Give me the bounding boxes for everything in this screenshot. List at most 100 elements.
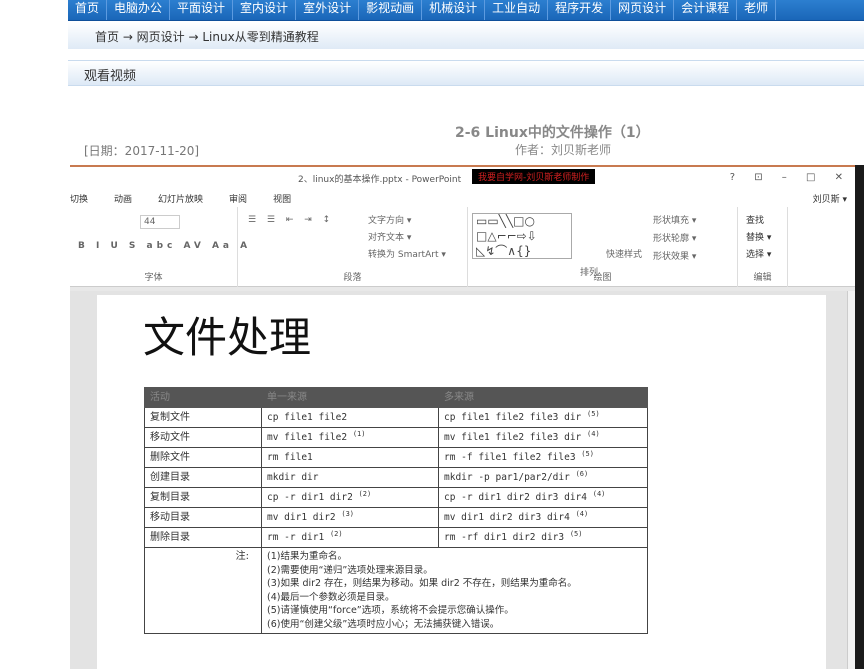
list-icons[interactable]: ☰ ☰ ⇤ ⇥ ↕ [248,215,334,225]
note: (1)结果为重命名。 [267,551,347,562]
window-controls[interactable]: ? ⊡ – □ ✕ [730,172,851,183]
command: cp file1 file2 [267,411,348,423]
author: 作者：刘贝斯老师 [515,143,612,157]
table-row: 移动目录 mv dir1 dir2 (3) mv dir1 dir2 dir3 di… [144,507,648,528]
notes-cell: (1)结果为重命名。 (2)需要使用“递归”选项处理来源目录。 (3)如果 dir2… [261,547,648,634]
edit-items: 查找 替换 ▾ 选择 ▾ [746,213,771,264]
col-header: 单一来源 [261,387,439,408]
slide: 文件处理 活动 单一来源 多来源 复制文件 cp file1 file2 cp fil… [97,295,826,669]
ribbon-tab[interactable]: 审阅 [229,192,247,207]
note: (3)如果 dir2 存在，则结果为移动。如果 dir2 不存在，则结果为重命名… [267,578,577,589]
nav-item[interactable]: 老师 [737,0,777,20]
breadcrumb[interactable]: 首页 → 网页设计 → Linux从零到精通教程 [68,22,864,49]
notes-row: 注: (1)结果为重命名。 (2)需要使用“递归”选项处理来源目录。 (3)如果 di… [144,547,648,634]
group-label: 编辑 [753,273,772,283]
nav-item[interactable]: 平面设计 [170,0,234,20]
ribbon-tabs: 切换 动画 幻灯片放映 审阅 视图 刘贝斯 ▾ [70,187,855,207]
command-cell: cp -r dir1 dir2 (2) [261,487,439,508]
nav-item[interactable]: 会计课程 [674,0,738,20]
command: rm file1 [267,451,313,463]
nav-item[interactable]: 电脑办公 [107,0,171,20]
note-ref: (3) [341,509,355,518]
commands-table: 活动 单一来源 多来源 复制文件 cp file1 file2 cp file1 fi… [144,387,648,634]
command: rm -rf dir1 dir2 dir3 [444,531,565,543]
edit-command[interactable]: 替换 ▾ [746,230,771,247]
command: rm -f file1 file2 file3 [444,451,576,463]
notes-label: 注: [144,547,262,634]
note-ref: (5) [569,529,583,538]
ppt-titlebar: 2、linux的基本操作.pptx - PowerPoint 我要自学网-刘贝斯… [70,167,855,187]
shape-gallery[interactable]: ▭▭╲╲□○ □△⌐⌐⇨⇩ ◺↯⌒∧{} [472,213,572,259]
ribbon-tab[interactable]: 切换 [70,192,88,207]
shape-fill[interactable]: 形状填充 ▾ [653,213,696,226]
edit-command[interactable]: 查找 [746,213,771,230]
drawing-group: ▭▭╲╲□○ □△⌐⌐⇨⇩ ◺↯⌒∧{} 排列 快速样式 形状填充 ▾ 形状轮廓 ▾… [468,207,738,287]
command-cell: mv file1 file2 (1) [261,427,439,448]
font-size-input[interactable]: 44 [140,215,180,229]
note-ref: (2) [329,529,343,538]
video-player[interactable]: 2、linux的基本操作.pptx - PowerPoint 我要自学网-刘贝斯… [70,165,855,669]
command-cell: mkdir dir [261,467,439,488]
ribbon-tab[interactable]: 幻灯片放映 [158,192,203,207]
note-ref: (6) [575,469,589,478]
edit-command[interactable]: 选择 ▾ [746,247,771,264]
nav-item[interactable]: 机械设计 [422,0,486,20]
paragraph-group: 文字方向 ▾ 对齐文本 ▾ 转换为 SmartArt ▾ ☰ ☰ ⇤ ⇥ ↕ 段落 [238,207,468,287]
note-ref: (4) [592,489,606,498]
format-buttons[interactable]: B I U S abc AV Aa A [78,241,251,251]
para-command[interactable]: 对齐文本 ▾ [368,230,446,247]
command-cell: mv dir1 dir2 dir3 dir4 (4) [438,507,648,528]
user-account[interactable]: 刘贝斯 ▾ [813,192,847,205]
para-command[interactable]: 转换为 SmartArt ▾ [368,247,446,264]
group-label: 绘图 [593,273,612,283]
editing-group: 查找 替换 ▾ 选择 ▾ 编辑 [738,207,788,287]
watermark: 我要自学网-刘贝斯老师制作 [472,169,596,184]
command: mv file1 file2 file3 dir [444,431,582,443]
top-nav: 首页 电脑办公 平面设计 室内设计 室外设计 影视动画 机械设计 工业自动 程序开发 网页设计 会计… [68,0,864,21]
ribbon-tab[interactable]: 视图 [273,192,291,207]
table-row: 删除目录 rm -r dir1 (2) rm -rf dir1 dir2 dir3 … [144,527,648,548]
font-group: 44 B I U S abc AV Aa A 字体 [70,207,247,287]
nav-item[interactable]: 室外设计 [296,0,360,20]
group-label: 字体 [144,273,163,283]
command-cell: cp file1 file2 file3 dir (5) [438,407,648,428]
note-ref: (5) [581,449,594,458]
shape-effects[interactable]: 形状效果 ▾ [653,249,696,262]
nav-item[interactable]: 网页设计 [611,0,675,20]
shape-outline[interactable]: 形状轮廓 ▾ [653,231,696,244]
activity-cell: 移动目录 [144,507,262,528]
vertical-scrollbar[interactable] [847,291,855,669]
note: (5)请谨慎使用“force”选项，系统将不会提示您确认操作。 [267,605,514,616]
note-ref: (5) [587,409,600,418]
para-command[interactable]: 文字方向 ▾ [368,213,446,230]
section-header: 观看视频 [68,60,864,86]
nav-item[interactable]: 工业自动 [485,0,549,20]
nav-item[interactable]: 影视动画 [359,0,423,20]
command: cp -r dir1 dir2 dir3 dir4 [444,491,587,503]
table-row: 复制目录 cp -r dir1 dir2 (2) cp -r dir1 dir2 d… [144,487,648,508]
table-row: 复制文件 cp file1 file2 cp file1 file2 file3 … [144,407,648,428]
nav-item[interactable]: 室内设计 [233,0,297,20]
activity-cell: 删除文件 [144,447,262,468]
window-title: 2、linux的基本操作.pptx - PowerPoint [298,175,462,185]
command-cell: mkdir -p par1/par2/dir (6) [438,467,648,488]
note: (2)需要使用“递归”选项处理来源目录。 [267,564,433,576]
command-cell: cp -r dir1 dir2 dir3 dir4 (4) [438,487,648,508]
command-cell: mv file1 file2 file3 dir (4) [438,427,648,448]
command: mkdir -p par1/par2/dir [444,471,570,483]
para-items: 文字方向 ▾ 对齐文本 ▾ 转换为 SmartArt ▾ [368,213,446,264]
nav-item[interactable]: 首页 [68,0,108,20]
table-row: 创建目录 mkdir dir mkdir -p par1/par2/dir (6) [144,467,648,488]
page-title: 2-6 Linux中的文件操作（1） [455,125,650,141]
command-cell: rm -rf dir1 dir2 dir3 (5) [438,527,648,548]
command: mkdir dir [267,471,319,483]
slide-title: 文件处理 [143,313,312,362]
note: (4)最后一个参数必须是目录。 [267,591,395,603]
command: cp file1 file2 file3 dir [444,411,582,423]
nav-item[interactable]: 程序开发 [548,0,612,20]
note-ref: (4) [575,509,589,518]
ribbon-tab[interactable]: 动画 [114,192,132,207]
ribbon: 44 B I U S abc AV Aa A 字体 文字方向 ▾ 对齐文本 ▾ 转换… [70,207,855,287]
quick-styles-button[interactable]: 快速样式 [606,247,642,260]
note-ref: (2) [358,489,372,498]
